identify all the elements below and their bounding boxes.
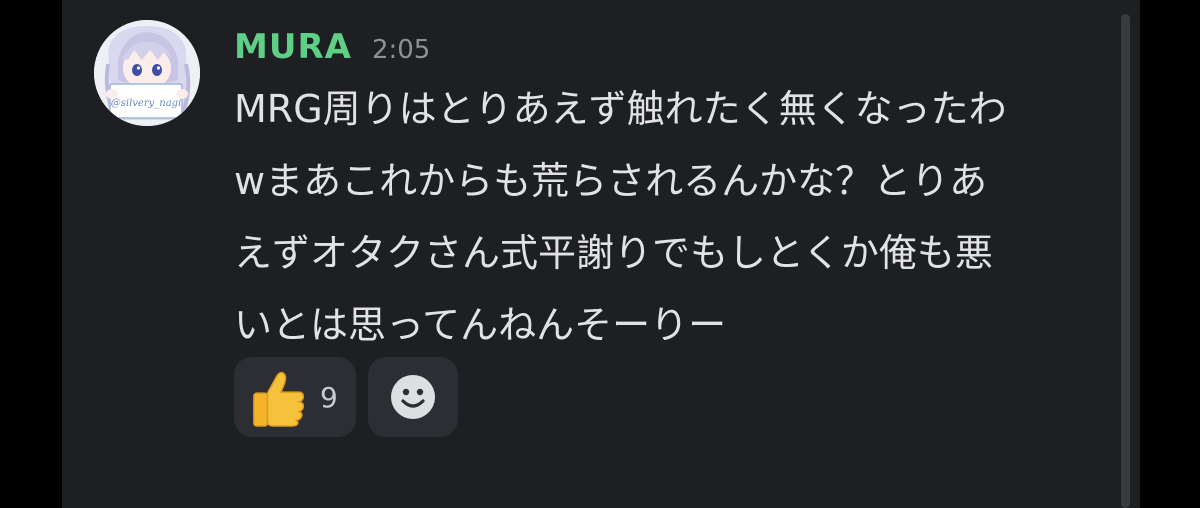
chat-panel: @silvery_nagi MURA 2:05 MRG周りはとりあえず触れたく無… [62, 0, 1140, 508]
message-line: えずオタクさん式平謝りでもしとくか俺も悪 [234, 231, 993, 275]
scrollbar-thumb[interactable] [1121, 14, 1130, 508]
reaction-thumbs-up[interactable]: 9 [234, 357, 356, 437]
reaction-count: 9 [320, 380, 338, 414]
message-line: MRG周りはとりあえず触れたく無くなったわ [234, 87, 1007, 131]
message-line: wまあこれからも荒らされるんかな？とりあ [234, 159, 988, 203]
message-header: MURA 2:05 [234, 27, 430, 71]
username[interactable]: MURA [234, 27, 352, 67]
avatar[interactable]: @silvery_nagi [94, 20, 200, 126]
message-content: MRG周りはとりあえず触れたく無くなったわ wまあこれからも荒らされるんかな？と… [234, 82, 1094, 370]
add-reaction-smiley-icon [391, 375, 435, 419]
timestamp: 2:05 [371, 35, 431, 65]
avatar-sign-text: @silvery_nagi [111, 98, 182, 109]
reactions-bar: 9 [234, 357, 458, 437]
anime-avatar-icon: @silvery_nagi [94, 20, 200, 126]
thumbs-up-icon [253, 371, 305, 427]
add-reaction-button[interactable] [368, 357, 458, 437]
scrollbar[interactable] [1121, 14, 1130, 508]
message-line: いとは思ってんねんそーりー [234, 303, 727, 347]
